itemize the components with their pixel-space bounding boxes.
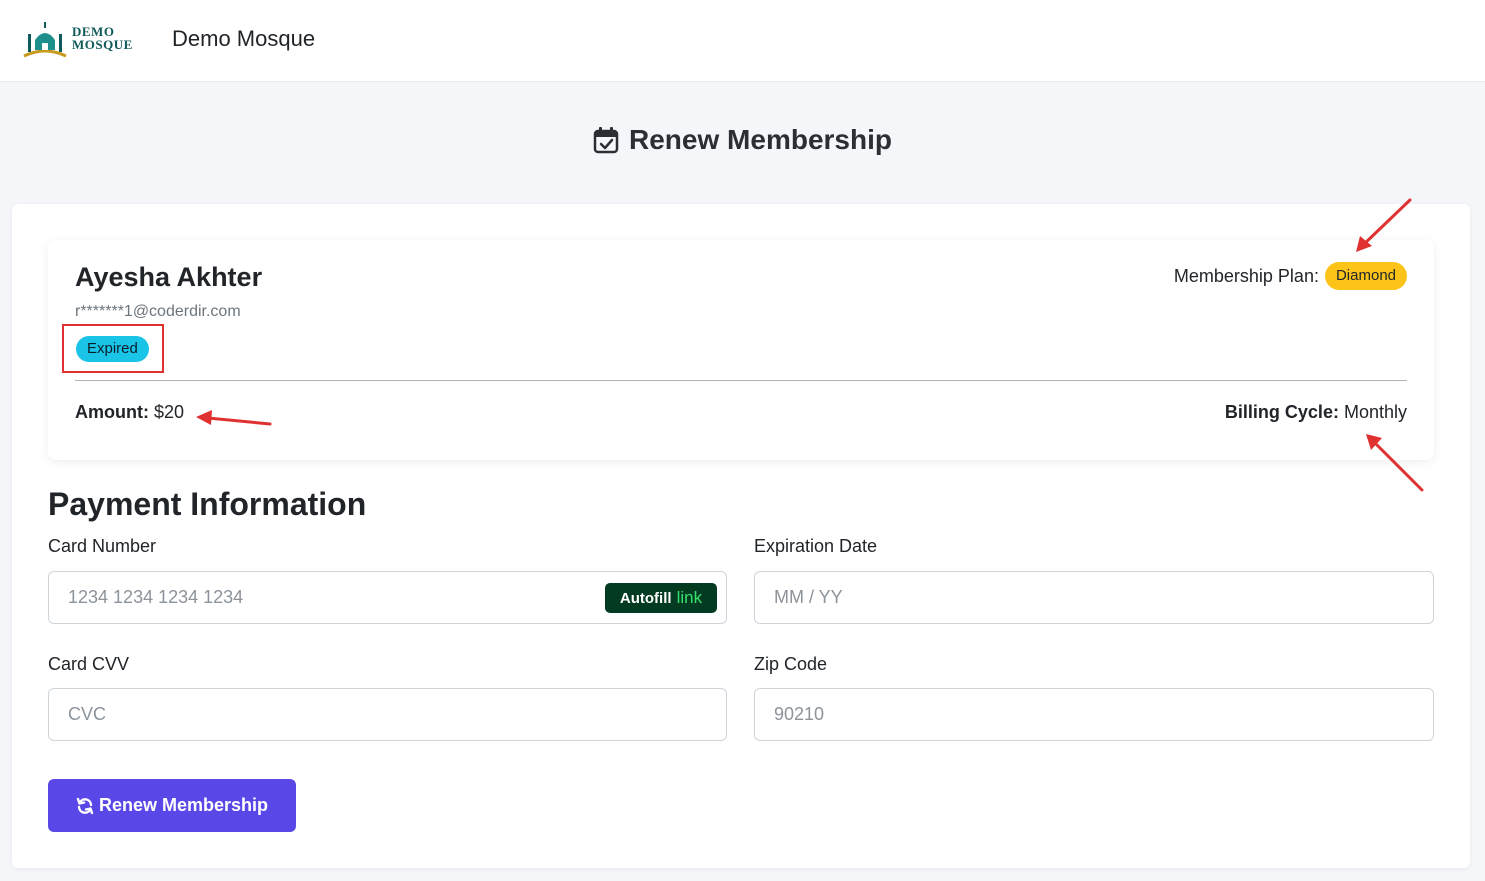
amount-label: Amount:	[75, 402, 149, 422]
page-title: Renew Membership	[629, 124, 892, 155]
status-highlight-box: Expired	[62, 324, 164, 373]
logo-wordmark: DEMO MOSQUE	[72, 25, 133, 51]
renewal-card: Ayesha Akhter r*******1@coderdir.com Exp…	[12, 204, 1470, 868]
card-number-label: Card Number	[48, 536, 157, 556]
autofill-link-button[interactable]: Autofill link	[605, 583, 717, 613]
member-email: r*******1@coderdir.com	[75, 303, 241, 320]
page-heading: Renew Membership	[0, 124, 1485, 156]
renew-button-label: Renew Membership	[98, 795, 269, 815]
amount: Amount: $20	[75, 402, 184, 423]
zip-code-label: Zip Code	[754, 654, 828, 674]
card-cvv-label: Card CVV	[48, 654, 130, 674]
renew-membership-button[interactable]: Renew Membership	[48, 779, 296, 832]
status-badge: Expired	[76, 336, 149, 362]
membership-plan: Membership Plan: Diamond	[1174, 262, 1407, 290]
annotation-arrow-amount	[196, 410, 272, 426]
refresh-icon	[76, 797, 94, 814]
logo-line-2: MOSQUE	[72, 37, 133, 52]
card-number-field-wrap: Autofill link	[48, 571, 727, 624]
zip-code-input[interactable]	[754, 688, 1434, 741]
calendar-check-icon	[593, 127, 619, 154]
autofill-label: Autofill	[619, 589, 672, 607]
mosque-icon	[23, 22, 67, 58]
card-cvv-input[interactable]	[48, 688, 727, 741]
billing-value: Monthly	[1343, 402, 1407, 422]
mosque-logo[interactable]: DEMO MOSQUE	[22, 16, 144, 60]
navbar: DEMO MOSQUE Demo Mosque	[0, 0, 1485, 82]
expiration-date-label: Expiration Date	[754, 536, 878, 556]
plan-label: Membership Plan:	[1173, 265, 1319, 286]
expiration-date-input[interactable]	[754, 571, 1434, 624]
billing-cycle: Billing Cycle: Monthly	[1225, 402, 1407, 423]
member-name: Ayesha Akhter	[75, 262, 263, 292]
annotation-arrow-plan	[1356, 198, 1412, 252]
brand-name[interactable]: Demo Mosque	[172, 26, 315, 52]
plan-badge: Diamond	[1324, 262, 1407, 290]
divider	[75, 380, 1407, 381]
payment-section-title: Payment Information	[48, 486, 367, 522]
annotation-arrow-billing	[1366, 434, 1424, 492]
autofill-link-text: link	[676, 588, 703, 607]
billing-label: Billing Cycle:	[1224, 402, 1339, 422]
amount-value: $20	[154, 402, 185, 422]
